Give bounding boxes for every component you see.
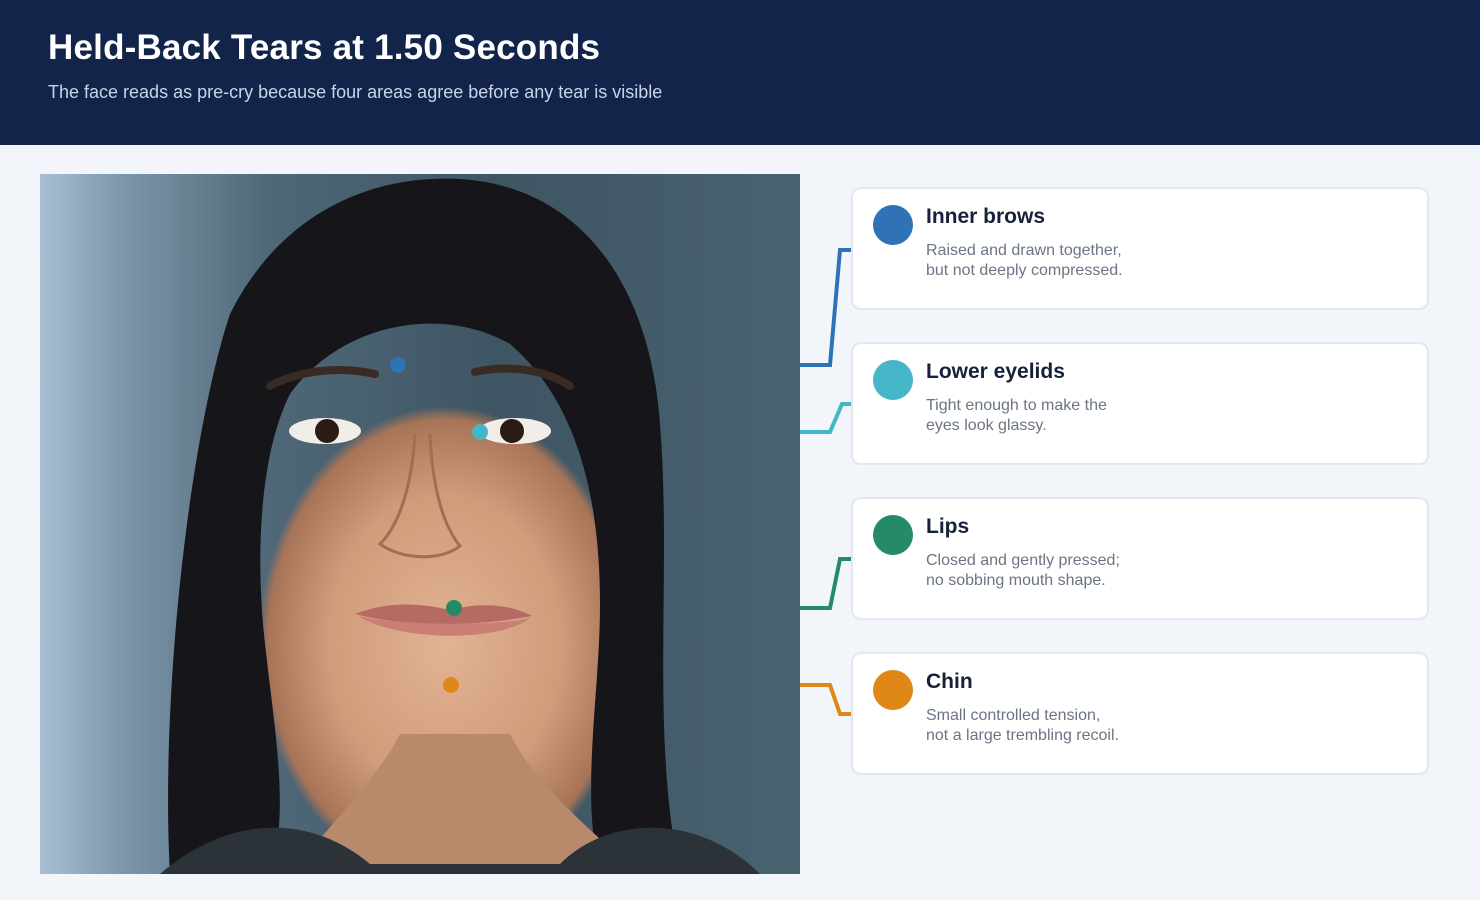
green-dot-icon — [873, 515, 913, 555]
card-title: Inner brows — [926, 205, 1046, 228]
card-chin: Chin Small controlled tension, not a larg… — [851, 652, 1429, 775]
face-photo — [40, 174, 800, 874]
card-description: Closed and gently pressed; no sobbing mou… — [926, 552, 1120, 589]
card-description: Tight enough to make the eyes look glassy… — [926, 397, 1107, 434]
header-banner: Held-Back Tears at 1.50 Seconds The face… — [0, 0, 1480, 145]
teal-dot-icon — [873, 360, 913, 400]
card-title: Lips — [926, 515, 970, 538]
card-title: Lower eyelids — [926, 360, 1065, 383]
card-lower-eyelids: Lower eyelids Tight enough to make the ey… — [851, 342, 1429, 465]
orange-dot-icon — [873, 670, 913, 710]
page-title: Held-Back Tears at 1.50 Seconds — [48, 28, 601, 67]
card-title: Chin — [926, 670, 973, 693]
card-description: Small controlled tension, not a large tre… — [926, 707, 1119, 744]
card-inner-brows: Inner brows Raised and drawn together, bu… — [851, 187, 1429, 310]
page-subtitle: The face reads as pre-cry because four a… — [48, 82, 663, 102]
blue-dot-icon — [873, 205, 913, 245]
face-illustration — [160, 178, 760, 874]
card-lips: Lips Closed and gently pressed; no sobbin… — [851, 497, 1429, 620]
card-description: Raised and drawn together, but not deeply… — [926, 242, 1123, 279]
